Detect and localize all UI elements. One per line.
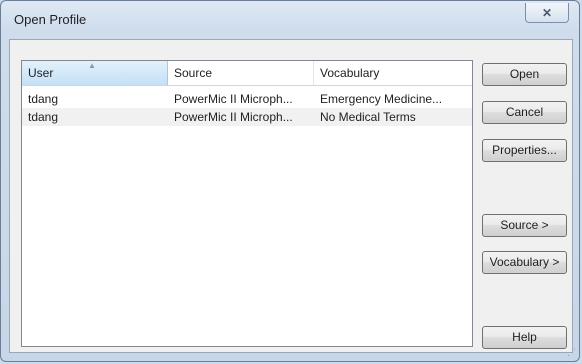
cell-source: PowerMic II Microph... (174, 110, 293, 124)
column-header-user[interactable]: User ▲ (22, 61, 168, 85)
column-header-source[interactable]: Source (168, 61, 314, 85)
cell-user: tdang (28, 92, 59, 106)
cell-vocabulary: Emergency Medicine... (320, 92, 443, 106)
sort-ascending-icon: ▲ (88, 61, 96, 70)
cancel-button[interactable]: Cancel (482, 101, 567, 124)
column-header-label: User (28, 66, 54, 80)
column-header-vocabulary[interactable]: Vocabulary (314, 61, 472, 85)
dialog-body: User ▲ Source Vocabulary tdang PowerMic … (9, 39, 573, 353)
cell-source: PowerMic II Microph... (174, 92, 293, 106)
profile-list[interactable]: User ▲ Source Vocabulary tdang PowerMic … (21, 60, 473, 347)
list-header: User ▲ Source Vocabulary (22, 61, 472, 86)
table-row[interactable]: tdang PowerMic II Microph... Emergency M… (22, 90, 472, 108)
cell-vocabulary: No Medical Terms (320, 110, 416, 124)
open-profile-dialog: Open Profile ✕ User ▲ Source Vocabulary … (0, 0, 580, 362)
dialog-title: Open Profile (14, 12, 87, 27)
close-button[interactable]: ✕ (525, 3, 569, 23)
column-header-label: Source (174, 66, 213, 80)
help-button[interactable]: Help (482, 326, 567, 349)
resize-grip-icon[interactable]: ⋰ (567, 347, 576, 358)
close-icon: ✕ (541, 5, 553, 20)
column-header-label: Vocabulary (320, 66, 380, 80)
table-row[interactable]: tdang PowerMic II Microph... No Medical … (22, 108, 472, 126)
properties-button[interactable]: Properties... (482, 139, 567, 162)
open-button[interactable]: Open (482, 63, 567, 86)
cell-user: tdang (28, 110, 59, 124)
vocabulary-button[interactable]: Vocabulary > (482, 251, 567, 274)
source-button[interactable]: Source > (482, 214, 567, 237)
